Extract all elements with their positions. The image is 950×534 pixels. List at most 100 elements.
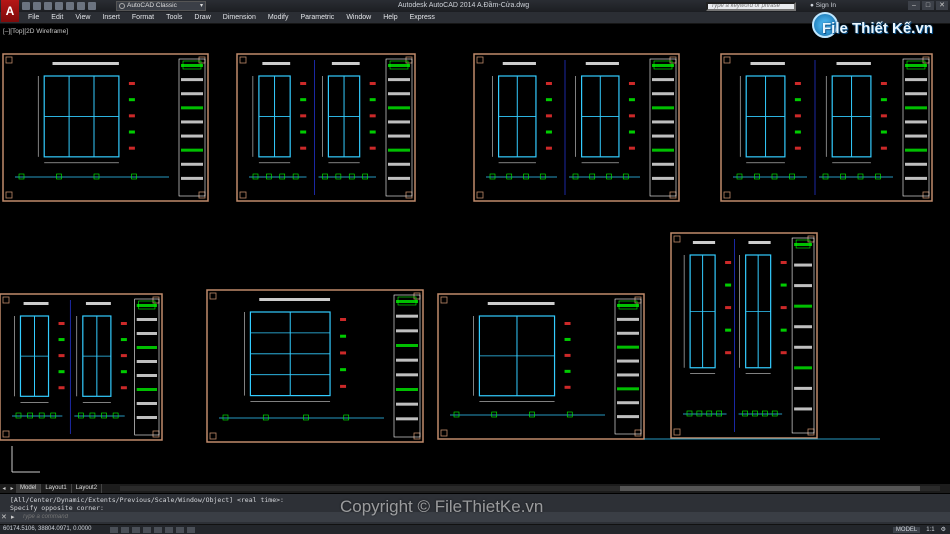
drawing-heading (262, 62, 291, 65)
section-detail-mark (564, 353, 571, 357)
sign-in-link[interactable]: ● Sign In (810, 2, 836, 9)
menu-tools[interactable]: Tools (160, 12, 188, 23)
otrack-toggle-icon[interactable] (165, 527, 173, 533)
title-block-text (652, 106, 674, 110)
redo-icon[interactable] (88, 2, 96, 10)
menu-insert[interactable]: Insert (96, 12, 126, 23)
workspace-dropdown[interactable]: AutoCAD Classic ▾ (116, 1, 206, 11)
undo-icon[interactable] (77, 2, 85, 10)
drawing-sheet (437, 293, 645, 440)
section-detail-mark (128, 98, 135, 102)
maximize-button[interactable]: □ (922, 1, 934, 10)
section-detail-mark (128, 146, 135, 150)
title-block-text (396, 344, 418, 347)
command-history: [All/Center/Dynamic/Extents/Previous/Sca… (10, 496, 284, 512)
new-file-icon[interactable] (22, 2, 30, 10)
section-detail-mark (780, 283, 787, 287)
menu-draw[interactable]: Draw (188, 12, 216, 23)
drawing-heading (23, 302, 49, 305)
dynamic-input-icon[interactable] (176, 527, 184, 533)
close-button[interactable]: ✕ (936, 1, 948, 10)
horizontal-scrollbar[interactable] (120, 486, 940, 491)
section-detail-mark (369, 114, 376, 118)
section-detail-mark (628, 82, 635, 85)
section-detail-mark (120, 354, 127, 358)
title-block-text (794, 366, 812, 370)
title-block-text (136, 318, 157, 321)
title-block-text (905, 64, 927, 67)
title-block-text (617, 401, 639, 405)
title-block-text (181, 78, 203, 82)
tab-model[interactable]: Model (16, 484, 42, 493)
polar-toggle-icon[interactable] (143, 527, 151, 533)
scrollbar-thumb[interactable] (620, 486, 920, 491)
section-detail-mark (128, 82, 135, 85)
menu-express[interactable]: Express (404, 12, 441, 23)
minimize-button[interactable]: – (908, 1, 920, 10)
section-detail-mark (545, 98, 552, 102)
tab-layout1[interactable]: Layout1 (41, 484, 72, 493)
command-prompt-icon[interactable]: ▸ (11, 513, 15, 521)
title-block-text (181, 134, 203, 138)
viewport-controls[interactable]: [–][Top][2D Wireframe] (3, 28, 68, 35)
section-detail-mark (780, 328, 787, 332)
title-block-text (652, 162, 674, 166)
user-icon: ● (810, 2, 814, 9)
title-block-text (794, 243, 812, 246)
title-block-text (794, 325, 812, 329)
title-block-text (388, 78, 410, 82)
menu-format[interactable]: Format (126, 12, 160, 23)
drawing-canvas[interactable] (0, 26, 950, 482)
drawing-heading (52, 62, 119, 65)
tab-next-icon[interactable]: ▸ (8, 485, 16, 492)
drawing-heading (750, 62, 785, 65)
section-detail-mark (340, 334, 347, 338)
osnap-toggle-icon[interactable] (154, 527, 162, 533)
menu-view[interactable]: View (69, 12, 96, 23)
annotation-scale[interactable]: 1:1 (926, 527, 934, 533)
title-block-text (136, 304, 157, 307)
section-detail-mark (628, 146, 635, 150)
menu-file[interactable]: File (22, 12, 45, 23)
menu-modify[interactable]: Modify (262, 12, 295, 23)
menu-help[interactable]: Help (377, 12, 403, 23)
menu-window[interactable]: Window (340, 12, 377, 23)
title-block-text (396, 373, 418, 377)
open-file-icon[interactable] (33, 2, 41, 10)
menu-parametric[interactable]: Parametric (294, 12, 340, 23)
save-as-icon[interactable] (55, 2, 63, 10)
title-block-text (181, 64, 203, 67)
menu-edit[interactable]: Edit (45, 12, 69, 23)
lineweight-toggle-icon[interactable] (187, 527, 195, 533)
search-input[interactable] (706, 2, 796, 11)
status-bar: 60174.5106, 38804.0971, 0.0000 MODEL 1:1… (0, 524, 950, 534)
tab-layout2[interactable]: Layout2 (72, 484, 103, 493)
title-block-text (905, 120, 927, 124)
title-block-text (617, 304, 639, 307)
autocad-window: AutoCAD Classic ▾ Autodesk AutoCAD 2014 … (0, 0, 950, 534)
section-detail-mark (545, 130, 552, 134)
grid-toggle-icon[interactable] (121, 527, 129, 533)
command-history-line: Specify opposite corner: (10, 504, 104, 512)
model-space-button[interactable]: MODEL (892, 526, 921, 533)
section-detail-mark (58, 354, 65, 358)
settings-icon[interactable]: ⚙ (941, 526, 946, 533)
snap-toggle-icon[interactable] (110, 527, 118, 533)
plot-icon[interactable] (66, 2, 74, 10)
title-bar: AutoCAD Classic ▾ Autodesk AutoCAD 2014 … (0, 0, 950, 12)
close-icon[interactable]: ✕ (1, 513, 7, 521)
menu-dimension[interactable]: Dimension (217, 12, 262, 23)
coordinate-readout: 60174.5106, 38804.0971, 0.0000 (3, 526, 92, 532)
save-icon[interactable] (44, 2, 52, 10)
section-detail-mark (628, 114, 635, 118)
ortho-toggle-icon[interactable] (132, 527, 140, 533)
section-detail-mark (58, 370, 65, 374)
title-block-text (136, 346, 157, 349)
title-block-text (396, 402, 418, 406)
title-block-text (136, 332, 157, 335)
tab-first-icon[interactable]: ◂ (0, 485, 8, 492)
section-detail-mark (794, 146, 801, 150)
autocad-logo-button[interactable]: A (1, 0, 19, 22)
title-block-text (136, 374, 157, 377)
title-block-text (136, 416, 157, 419)
